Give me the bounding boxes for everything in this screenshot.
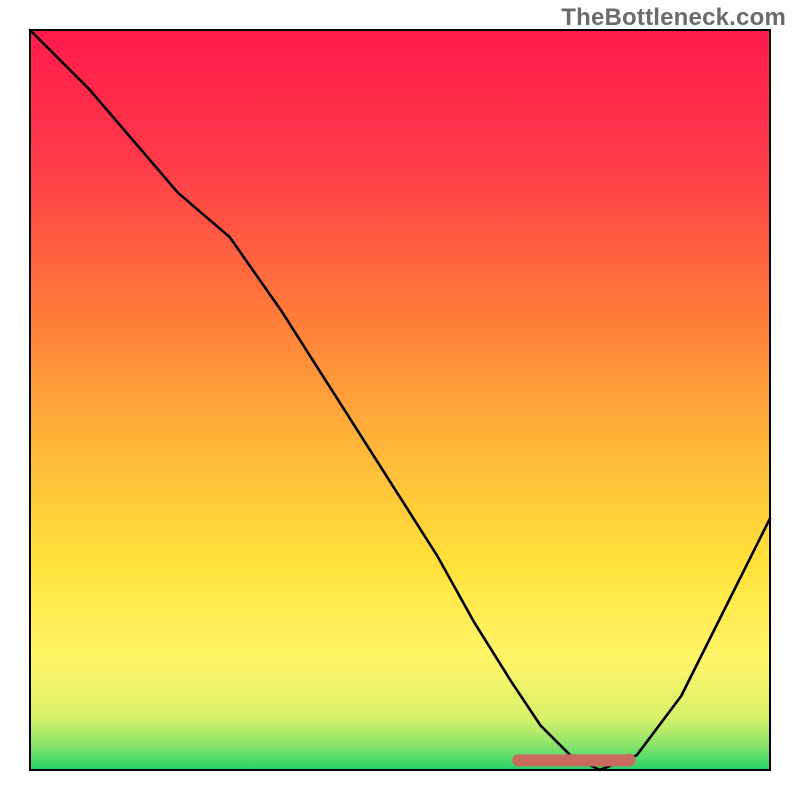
marker-dot xyxy=(605,754,617,766)
marker-dot xyxy=(586,754,598,766)
marker-dot xyxy=(549,754,561,766)
marker-dot xyxy=(512,754,524,766)
watermark-text: TheBottleneck.com xyxy=(561,4,786,32)
marker-dot xyxy=(623,754,635,766)
plot-background xyxy=(30,30,770,770)
marker-dot xyxy=(568,754,580,766)
chart-svg xyxy=(0,0,800,800)
chart-stage: TheBottleneck.com xyxy=(0,0,800,800)
marker-dot xyxy=(531,754,543,766)
